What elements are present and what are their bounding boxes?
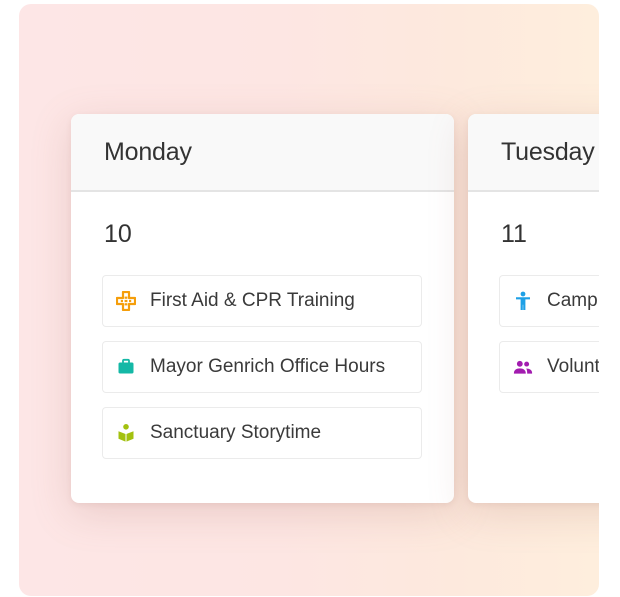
event-item-camp[interactable]: Camp	[499, 275, 599, 327]
day-header: Tuesday	[468, 114, 599, 192]
day-name: Monday	[104, 137, 192, 166]
event-title: Camp	[547, 290, 598, 311]
event-item-volunteer[interactable]: Volunt	[499, 341, 599, 393]
day-number: 10	[104, 220, 132, 248]
event-item-storytime[interactable]: Sanctuary Storytime	[102, 407, 422, 459]
person-icon	[513, 291, 533, 311]
day-card-monday: Monday 10 First Aid & CPR Training Mayor…	[71, 114, 454, 503]
group-icon	[513, 357, 533, 377]
first-aid-icon	[116, 291, 136, 311]
day-name: Tuesday	[501, 137, 595, 166]
event-title: Mayor Genrich Office Hours	[150, 356, 386, 377]
event-title: First Aid & CPR Training	[150, 290, 355, 311]
event-item-first-aid[interactable]: First Aid & CPR Training	[102, 275, 422, 327]
event-title: Sanctuary Storytime	[150, 422, 322, 443]
day-card-tuesday: Tuesday 11 Camp Volunt	[468, 114, 599, 503]
day-header: Monday	[71, 114, 454, 192]
briefcase-icon	[116, 357, 136, 377]
event-title: Volunt	[547, 356, 599, 377]
calendar-background: Monday 10 First Aid & CPR Training Mayor…	[19, 4, 599, 596]
event-item-office-hours[interactable]: Mayor Genrich Office Hours	[102, 341, 422, 393]
book-reader-icon	[116, 423, 136, 443]
day-number: 11	[501, 220, 527, 248]
